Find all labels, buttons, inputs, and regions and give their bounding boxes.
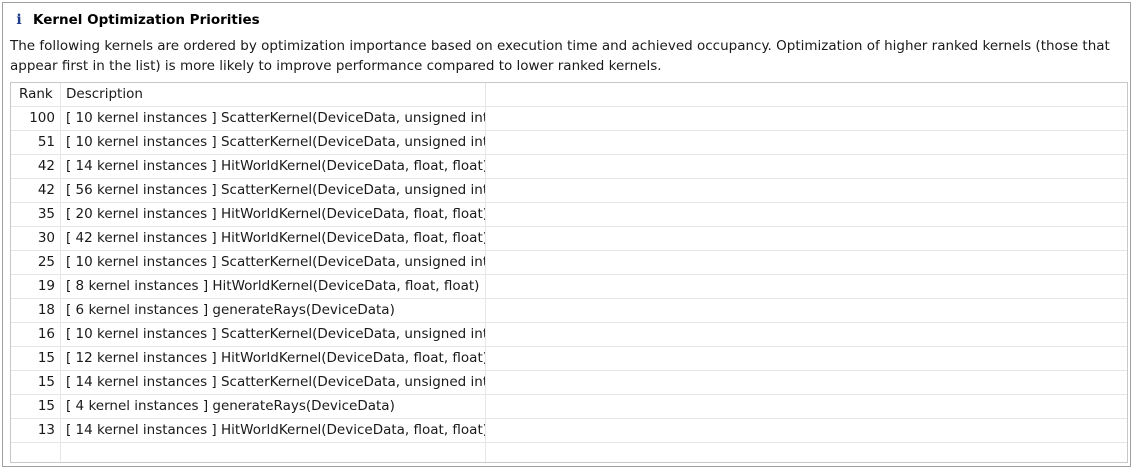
table-row[interactable]: 42[ 14 kernel instances ] HitWorldKernel… [11,155,1127,179]
column-header-rank[interactable]: Rank [11,83,61,106]
description-cell: [ 6 kernel instances ] generateRays(Devi… [61,299,486,322]
filler-cell [486,299,1127,322]
filler-cell [486,275,1127,298]
description-cell: [ 12 kernel instances ] HitWorldKernel(D… [61,347,486,370]
table-row[interactable]: 13[ 14 kernel instances ] HitWorldKernel… [11,419,1127,443]
rank-cell: 15 [11,395,61,418]
table-row[interactable]: 16[ 10 kernel instances ] ScatterKernel(… [11,323,1127,347]
rank-cell: 100 [11,107,61,130]
description-cell: [ 10 kernel instances ] ScatterKernel(De… [61,251,486,274]
filler-cell [486,251,1127,274]
rank-cell: 15 [11,371,61,394]
rank-cell: 18 [11,299,61,322]
empty-rank-cell [11,443,61,462]
filler-cell [486,347,1127,370]
filler-cell [486,227,1127,250]
filler-cell [486,155,1127,178]
rank-cell: 25 [11,251,61,274]
filler-cell [486,203,1127,226]
table-row[interactable]: 35[ 20 kernel instances ] HitWorldKernel… [11,203,1127,227]
table-row[interactable]: 51[ 10 kernel instances ] ScatterKernel(… [11,131,1127,155]
rank-cell: 51 [11,131,61,154]
description-cell: [ 14 kernel instances ] HitWorldKernel(D… [61,155,486,178]
column-header-filler [486,83,1127,106]
rank-cell: 16 [11,323,61,346]
description-cell: [ 10 kernel instances ] ScatterKernel(De… [61,323,486,346]
table-row[interactable]: 25[ 10 kernel instances ] ScatterKernel(… [11,251,1127,275]
table-row[interactable]: 15[ 14 kernel instances ] ScatterKernel(… [11,371,1127,395]
filler-cell [486,395,1127,418]
table-row[interactable]: 18[ 6 kernel instances ] generateRays(De… [11,299,1127,323]
filler-cell [486,371,1127,394]
kernel-priority-table[interactable]: Rank Description 100[ 10 kernel instance… [10,82,1128,463]
description-cell: [ 4 kernel instances ] generateRays(Devi… [61,395,486,418]
panel-header: i Kernel Optimization Priorities [11,10,260,30]
filler-cell [486,419,1127,442]
table-header-row: Rank Description [11,83,1127,107]
panel-description: The following kernels are ordered by opt… [10,38,1110,74]
panel-title: Kernel Optimization Priorities [33,12,260,28]
filler-cell [486,131,1127,154]
empty-description-cell [61,443,486,462]
table-row[interactable]: 15[ 12 kernel instances ] HitWorldKernel… [11,347,1127,371]
description-cell: [ 8 kernel instances ] HitWorldKernel(De… [61,275,486,298]
table-empty-row [11,443,1127,462]
rank-cell: 42 [11,155,61,178]
table-row[interactable]: 100[ 10 kernel instances ] ScatterKernel… [11,107,1127,131]
rank-cell: 30 [11,227,61,250]
table-row[interactable]: 19[ 8 kernel instances ] HitWorldKernel(… [11,275,1127,299]
rank-cell: 13 [11,419,61,442]
table-row[interactable]: 30[ 42 kernel instances ] HitWorldKernel… [11,227,1127,251]
rank-cell: 15 [11,347,61,370]
description-cell: [ 14 kernel instances ] ScatterKernel(De… [61,371,486,394]
filler-cell [486,323,1127,346]
table-body: 100[ 10 kernel instances ] ScatterKernel… [11,107,1127,443]
filler-cell [486,107,1127,130]
kernel-optimization-panel: i Kernel Optimization Priorities The fol… [2,2,1131,467]
description-cell: [ 42 kernel instances ] HitWorldKernel(D… [61,227,486,250]
filler-cell [486,179,1127,202]
rank-cell: 42 [11,179,61,202]
info-icon: i [16,12,22,28]
table-row[interactable]: 15[ 4 kernel instances ] generateRays(De… [11,395,1127,419]
description-cell: [ 56 kernel instances ] ScatterKernel(De… [61,179,486,202]
description-cell: [ 10 kernel instances ] ScatterKernel(De… [61,131,486,154]
description-cell: [ 14 kernel instances ] HitWorldKernel(D… [61,419,486,442]
description-cell: [ 10 kernel instances ] ScatterKernel(De… [61,107,486,130]
empty-filler-cell [486,443,1127,462]
column-header-description[interactable]: Description [61,83,486,106]
table-row[interactable]: 42[ 56 kernel instances ] ScatterKernel(… [11,179,1127,203]
description-cell: [ 20 kernel instances ] HitWorldKernel(D… [61,203,486,226]
rank-cell: 35 [11,203,61,226]
rank-cell: 19 [11,275,61,298]
